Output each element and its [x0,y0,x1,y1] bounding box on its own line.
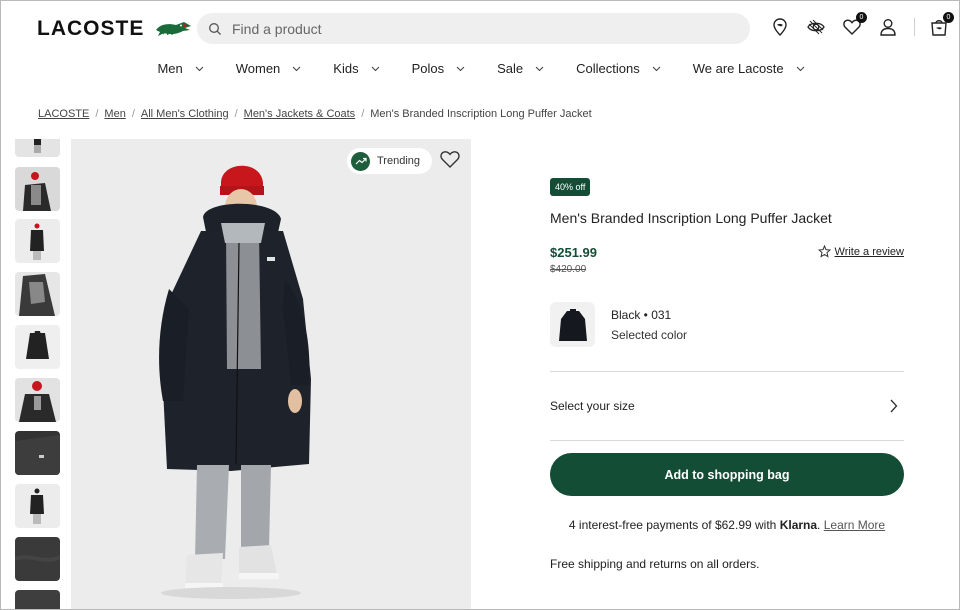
original-price: $420.00 [550,264,587,275]
trending-up-icon [351,151,370,171]
chevron-down-icon [195,66,204,71]
divider [550,440,904,441]
main-nav: Men Women Kids Polos Sale Collections We… [1,61,959,76]
sale-price: $251.99 [550,245,597,260]
breadcrumb-current: Men's Branded Inscription Long Puffer Ja… [370,108,592,120]
heart-icon [440,151,460,168]
chevron-down-icon [292,66,301,71]
cart-button[interactable]: 0 [927,12,954,39]
nav-item-collections[interactable]: Collections [576,61,661,76]
store-locator-icon [773,18,787,36]
nav-item-we-are-lacoste[interactable]: We are Lacoste [693,61,805,76]
chevron-down-icon [371,66,379,71]
cart-count-badge: 0 [943,12,954,23]
breadcrumb: LACOSTE / Men / All Men's Clothing / Men… [38,108,592,120]
thumbnail-rail [15,139,61,609]
nav-item-men[interactable]: Men [157,61,204,76]
thumbnail-4[interactable] [15,272,60,316]
chevron-down-icon [456,66,465,71]
breadcrumb-link-all-mens-clothing[interactable]: All Men's Clothing [141,108,229,120]
wishlist-button[interactable]: 0 [840,12,867,39]
search-input[interactable] [232,20,712,37]
klarna-text: 4 interest-free payments of $62.99 with [568,518,777,532]
breadcrumb-link-men[interactable]: Men [104,108,125,120]
nav-item-label: Men [157,61,183,76]
account-button[interactable] [876,15,900,39]
nav-item-kids[interactable]: Kids [333,61,379,76]
trending-label: Trending [377,155,421,167]
account-icon [880,19,896,36]
thumbnail-1[interactable] [15,139,60,157]
thumbnail-9[interactable] [15,537,60,581]
discount-badge: 40% off [550,178,591,196]
breadcrumb-link-lacoste[interactable]: LACOSTE [38,108,89,120]
add-to-bag-button[interactable]: Add to shopping bag [550,453,904,496]
nav-item-women[interactable]: Women [236,61,302,76]
nav-item-label: Collections [576,61,640,76]
shipping-info: Free shipping and returns on all orders. [550,557,760,571]
thumbnail-6[interactable] [15,378,60,422]
breadcrumb-link-jackets-coats[interactable]: Men's Jackets & Coats [244,108,356,120]
klarna-logo: Klarna [779,518,818,532]
size-selector-label: Select your size [550,399,635,413]
thumbnail-3[interactable] [15,219,60,263]
color-caption: Selected color [611,328,688,342]
star-icon [817,245,831,258]
breadcrumb-separator: / [131,108,135,120]
nav-item-label: We are Lacoste [692,61,784,76]
nav-item-label: Women [235,61,281,76]
klarna-learn-more-link[interactable]: Learn More [824,518,885,532]
product-title: Men's Branded Inscription Long Puffer Ja… [550,210,832,226]
nav-item-polos[interactable]: Polos [412,61,466,76]
accessibility-button[interactable] [804,15,828,39]
chevron-down-icon [652,66,661,71]
nav-item-label: Sale [497,61,524,76]
color-swatch-selected[interactable] [550,302,595,347]
search-icon [209,22,221,35]
logo-text: LACOSTE [37,17,145,40]
main-product-image[interactable]: Trending [71,139,471,609]
thumbnail-5[interactable] [15,325,60,369]
klarna-installments: 4 interest-free payments of $62.99 with … [550,518,904,532]
search-bar[interactable] [197,13,750,44]
chevron-down-icon [796,66,804,71]
header-divider [914,18,915,36]
add-to-wishlist-button[interactable] [439,149,461,171]
thumbnail-2[interactable] [15,167,60,211]
jacket-swatch-image [558,308,587,341]
color-name: Black • 031 [611,308,672,322]
nav-item-sale[interactable]: Sale [497,61,544,76]
wishlist-count-badge: 0 [856,12,867,23]
chevron-right-icon [890,399,898,413]
trending-badge: Trending [347,148,433,174]
crocodile-logo-icon [156,22,192,36]
write-review-link[interactable]: Write a review [817,245,904,258]
write-review-label: Write a review [834,245,904,258]
lacoste-logo[interactable]: LACOSTE [37,17,192,41]
product-photo [71,139,471,609]
thumbnail-8[interactable] [15,484,60,528]
store-locator-button[interactable] [768,15,792,39]
nav-item-label: Kids [333,61,359,76]
breadcrumb-separator: / [361,108,365,120]
header-actions: 0 0 [756,12,954,39]
breadcrumb-separator: / [234,108,238,120]
thumbnail-7[interactable] [15,431,60,475]
breadcrumb-separator: / [95,108,99,120]
accessibility-icon [807,19,825,35]
thumbnail-10[interactable] [15,590,60,609]
chevron-down-icon [535,66,544,71]
page-frame: LACOSTE Find a product 0 0 Men Women Kid… [0,0,960,610]
size-selector[interactable]: Select your size [550,372,904,440]
nav-item-label: Polos [411,61,445,76]
klarna-period: . [817,518,821,532]
